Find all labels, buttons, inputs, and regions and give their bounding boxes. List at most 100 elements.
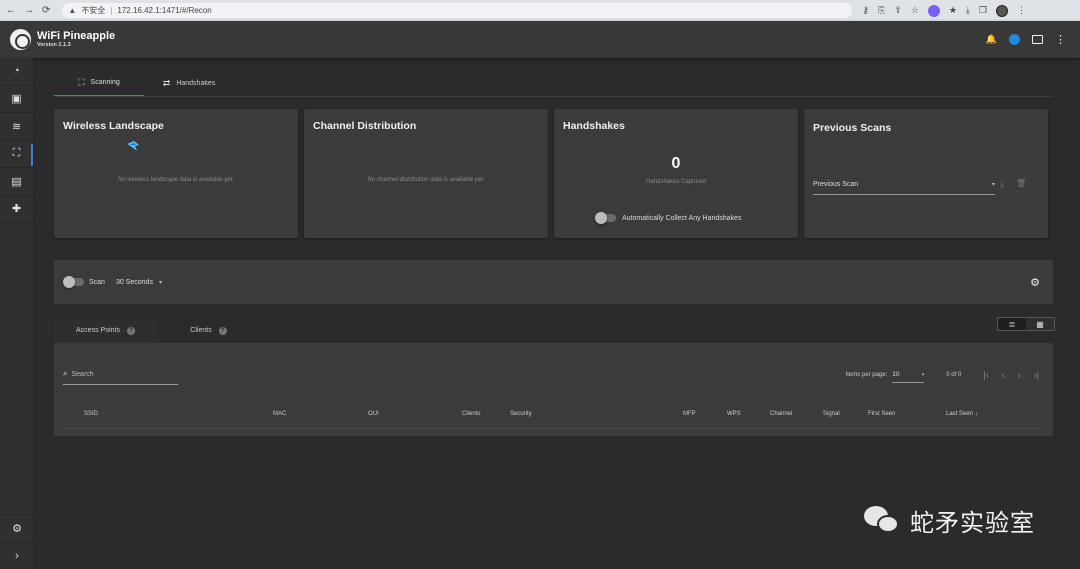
extension-icon[interactable]	[927, 4, 940, 17]
tab-scanning[interactable]: ⛶ Scanning	[54, 70, 144, 97]
card-title: Wireless Landscape	[63, 120, 164, 132]
briefcase-icon: ▣	[11, 93, 22, 106]
tab-label: Handshakes	[176, 80, 216, 87]
search-placeholder: Search	[71, 370, 94, 378]
scan-label: Scan	[89, 278, 105, 286]
help-icon[interactable]: ?	[218, 326, 227, 335]
delete-icon[interactable]: 🗑	[1016, 179, 1026, 190]
warning-icon: ▲	[68, 6, 77, 15]
header-actions: 🔔 ⋮	[986, 33, 1080, 46]
handshakes-card: Handshakes 0 Handshakes Captured Automat…	[554, 109, 798, 238]
wechat-icon	[864, 505, 902, 536]
window-icon[interactable]: ❐	[979, 5, 987, 17]
sidebar: ◔ ▣ ≋ ⛶ ▤ ✚ ⚙ ›	[0, 58, 34, 569]
dashboard-icon: ◔	[13, 65, 20, 78]
binoculars-icon: ⛶	[78, 77, 85, 87]
tab-label: Access Points	[76, 327, 120, 334]
key-icon[interactable]: ⚷	[862, 5, 869, 17]
scan-duration-select[interactable]: 30 Seconds	[116, 279, 153, 286]
page-size-select[interactable]: 10 ▾	[892, 367, 925, 383]
table-header: SSID MAC OUI Clients Security MFP WPS Ch…	[63, 407, 1044, 429]
column-last-seen[interactable]: Last Seen ↓	[946, 411, 978, 417]
watermark: 蛇矛实验室	[864, 503, 1035, 538]
download-icon[interactable]: ⤓	[966, 5, 970, 17]
tab-label: Clients	[190, 327, 212, 334]
globe-icon[interactable]	[1009, 34, 1020, 45]
previous-page-icon[interactable]: ‹	[1002, 370, 1005, 380]
url-text[interactable]: 172.16.42.1:1471/#/Recon	[117, 6, 211, 15]
translate-icon[interactable]: ⎘	[878, 5, 885, 17]
card-title: Channel Distribution	[313, 120, 417, 132]
previous-scan-select[interactable]: Previous Scan ▾	[813, 174, 995, 195]
column-ssid[interactable]: SSID	[84, 411, 98, 417]
wifi-icon: ≋	[11, 120, 22, 133]
column-mac[interactable]: MAC	[273, 411, 286, 417]
sidebar-bottom: ⚙ ›	[0, 514, 34, 569]
channel-distribution-card: Channel Distribution No channel distribu…	[304, 109, 548, 238]
terminal-icon[interactable]	[1032, 35, 1043, 44]
last-page-icon[interactable]: ›|	[1034, 370, 1039, 380]
forward-icon[interactable]: →	[24, 5, 34, 16]
auto-collect-row: Automatically Collect Any Handshakes	[595, 212, 742, 224]
items-per-page-label: Items per page:	[845, 372, 888, 378]
security-label: 不安全	[81, 6, 106, 15]
tab-handshakes[interactable]: ⇄ Handshakes	[144, 70, 234, 97]
back-icon[interactable]: ←	[6, 5, 16, 16]
column-oui[interactable]: OUI	[368, 411, 379, 417]
tab-clients[interactable]: Clients ?	[157, 318, 260, 343]
grid-view-button[interactable]: ▦	[1026, 318, 1054, 330]
column-clients[interactable]: Clients	[462, 411, 480, 417]
more-menu-icon[interactable]: ⋮	[1055, 33, 1066, 46]
sidebar-item-modules[interactable]: ✚	[0, 196, 33, 223]
browser-tools: ⚷ ⎘ ⇪ ☆ ★ ⤓ ❐ ⋮	[862, 4, 1026, 17]
first-page-icon[interactable]: |‹	[983, 370, 988, 380]
tab-divider	[54, 96, 1053, 97]
select-label: Previous Scan	[813, 180, 859, 188]
share-icon[interactable]: ⇪	[894, 5, 902, 17]
column-security[interactable]: Security	[510, 411, 532, 417]
results-tabs: Access Points ? Clients ?	[54, 318, 260, 343]
chevron-down-icon: ▾	[991, 181, 995, 188]
sidebar-item-recon[interactable]: ⛶	[0, 141, 33, 168]
sidebar-item-pineap[interactable]: ≋	[0, 113, 33, 141]
loading-bird-icon	[127, 141, 139, 151]
app-title: WiFi Pineapple	[37, 29, 116, 42]
url-separator: |	[110, 6, 113, 15]
sidebar-item-dashboard[interactable]: ◔	[0, 58, 33, 86]
column-first-seen[interactable]: First Seen	[868, 411, 895, 417]
column-channel[interactable]: Channel	[770, 411, 792, 417]
sidebar-expand[interactable]: ›	[0, 541, 34, 569]
sidebar-item-campaigns[interactable]: ▣	[0, 86, 33, 113]
column-signal[interactable]: Signal	[823, 411, 840, 417]
download-icon[interactable]: ⤓	[1000, 179, 1004, 190]
column-mfp[interactable]: MFP	[683, 411, 696, 417]
reload-icon[interactable]: ⟳	[42, 5, 50, 16]
auto-collect-label: Automatically Collect Any Handshakes	[622, 214, 742, 222]
list-view-button[interactable]: ≣	[998, 318, 1026, 330]
address-bar[interactable]: ▲ 不安全 | 172.16.42.1:1471/#/Recon	[62, 3, 853, 18]
next-page-icon[interactable]: ›	[1018, 370, 1021, 380]
brand: WiFi Pineapple Version 2.1.3	[37, 29, 116, 49]
extensions-icon[interactable]: ★	[949, 5, 957, 17]
handshake-count: 0	[671, 155, 681, 172]
bookmark-icon[interactable]: ☆	[911, 5, 919, 17]
search-field[interactable]: ⌕ Search	[63, 364, 178, 385]
sidebar-item-reporting[interactable]: ▤	[0, 168, 33, 196]
page-size-value: 10	[892, 371, 900, 378]
profile-avatar[interactable]	[995, 4, 1008, 17]
sidebar-item-settings[interactable]: ⚙	[0, 514, 34, 542]
paginator: Items per page: 10 ▾ 0 of 0 |‹ ‹ › ›|	[846, 367, 1039, 383]
scan-toggle[interactable]	[63, 276, 84, 288]
document-icon: ▤	[11, 175, 22, 188]
auto-collect-toggle[interactable]	[595, 212, 616, 224]
column-wps[interactable]: WPS	[727, 411, 741, 417]
help-icon[interactable]: ?	[126, 326, 135, 335]
chevron-down-icon[interactable]: ▾	[159, 279, 162, 286]
access-points-table: ⌕ Search Items per page: 10 ▾ 0 of 0 |‹ …	[54, 343, 1053, 436]
notifications-icon[interactable]: 🔔	[986, 34, 997, 45]
scan-settings-icon[interactable]: ⚙	[1030, 276, 1040, 289]
empty-message: No channel distribution data is availabl…	[367, 177, 485, 183]
tab-access-points[interactable]: Access Points ?	[54, 318, 157, 343]
browser-menu-icon[interactable]: ⋮	[1017, 5, 1026, 17]
binoculars-icon: ⛶	[12, 147, 21, 160]
